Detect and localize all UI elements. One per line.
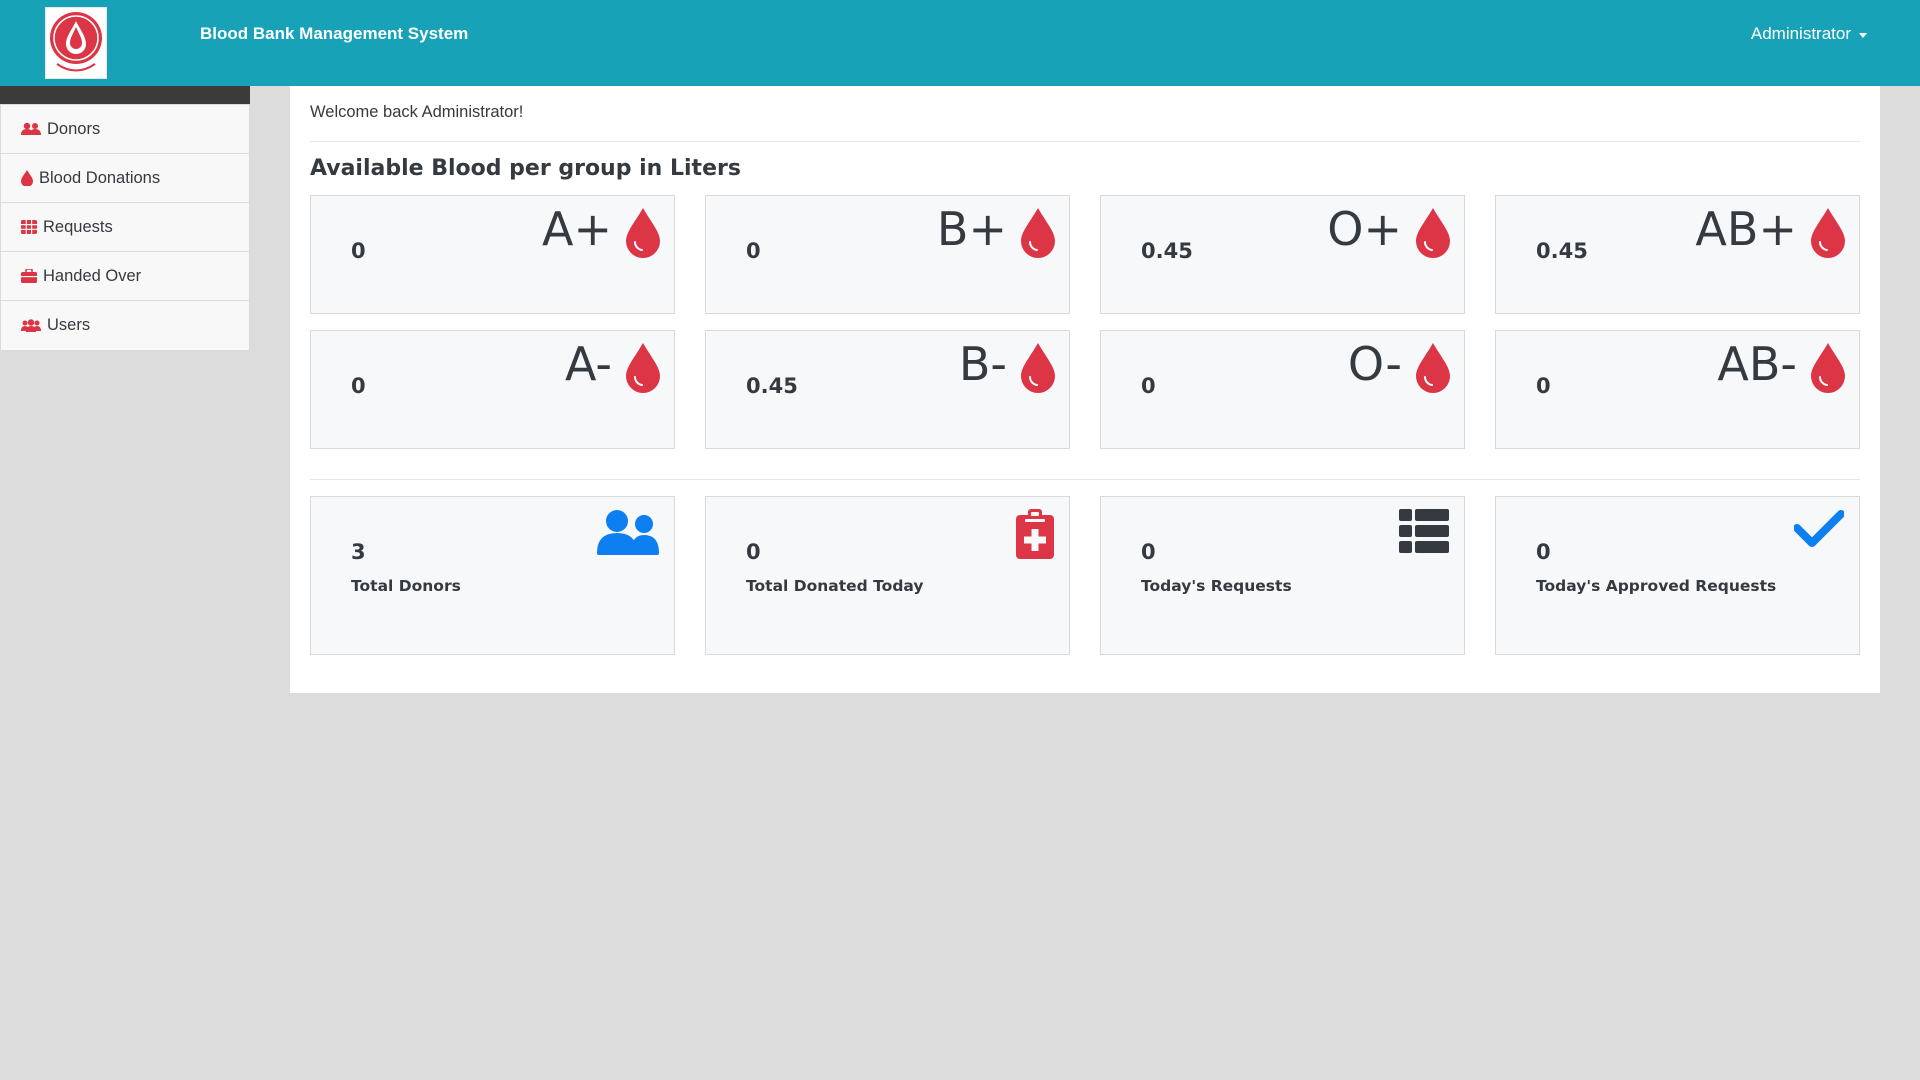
users-icon [597,510,659,555]
blood-volume: 0 [351,374,366,398]
sidebar: Donors Blood Donations Requests Handed O… [0,104,250,351]
stat-card-todays-requests: 0 Today's Requests [1100,496,1465,655]
blood-drop-icon [626,343,660,393]
stat-value: 0 [1141,540,1156,564]
blood-drop-icon [1811,343,1845,393]
blood-volume: 0 [1536,374,1551,398]
blood-volume: 0 [351,239,366,263]
sidebar-item-label: Donors [47,119,101,138]
sidebar-item-users[interactable]: Users [1,301,249,350]
stat-label: Total Donors [351,577,461,595]
blood-group-label: A- [564,337,612,391]
blood-group-card-a-pos: 0 A+ [310,195,675,314]
sidebar-item-label: Blood Donations [39,168,161,187]
stat-card-todays-approved-requests: 0 Today's Approved Requests [1495,496,1860,655]
sidebar-item-donors[interactable]: Donors [1,105,249,154]
list-icon [1399,509,1449,553]
blood-volume: 0 [746,239,761,263]
sidebar-item-label: Handed Over [43,266,142,285]
blood-drop-logo-icon [50,12,102,72]
users-icon [21,122,41,135]
blood-group-card-o-pos: 0.45 O+ [1100,195,1465,314]
section-title: Available Blood per group in Liters [310,156,741,181]
blood-group-label: O- [1347,337,1402,391]
stat-label: Today's Requests [1141,577,1292,595]
dashboard-card: Welcome back Administrator! Available Bl… [290,86,1880,693]
blood-drop-icon [1416,208,1450,258]
blood-group-label: O+ [1327,202,1402,256]
blood-group-label: A+ [541,202,612,256]
stat-label: Total Donated Today [746,577,924,595]
sidebar-header [0,86,250,104]
sidebar-item-label: Requests [43,217,113,236]
blood-group-label: AB+ [1695,202,1797,256]
toolbox-icon [21,269,37,283]
sidebar-item-label: Users [47,316,91,334]
blood-group-label: AB- [1717,337,1797,391]
sidebar-item-handed-over[interactable]: Handed Over [1,252,249,301]
blood-volume: 0 [1141,374,1156,398]
droplet-icon [21,170,33,186]
check-icon [1794,510,1844,547]
stat-value: 3 [351,540,366,564]
blood-drop-icon [1416,343,1450,393]
stat-label: Today's Approved Requests [1536,577,1777,595]
user-menu-label: Administrator [1750,24,1851,43]
blood-group-label: B- [958,337,1007,391]
stat-value: 0 [1536,540,1551,564]
blood-group-card-a-neg: 0 A- [310,330,675,449]
blood-group-card-o-neg: 0 O- [1100,330,1465,449]
blood-group-card-b-pos: 0 B+ [705,195,1070,314]
table-icon [21,220,37,234]
blood-group-card-ab-neg: 0 AB- [1495,330,1860,449]
stat-card-total-donors: 3 Total Donors [310,496,675,655]
clipboard-medical-icon [1016,509,1054,559]
blood-drop-icon [1021,343,1055,393]
divider [310,141,1860,142]
app-title[interactable]: Blood Bank Management System [200,24,468,44]
welcome-message: Welcome back Administrator! [310,103,524,121]
blood-volume: 0.45 [746,374,798,398]
blood-volume: 0.45 [1536,239,1588,263]
blood-group-card-ab-pos: 0.45 AB+ [1495,195,1860,314]
blood-group-card-b-neg: 0.45 B- [705,330,1070,449]
blood-group-label: B+ [936,202,1007,256]
logo[interactable] [45,7,107,79]
blood-volume: 0.45 [1141,239,1193,263]
blood-drop-icon [1021,208,1055,258]
blood-drop-icon [1811,208,1845,258]
top-navbar: Blood Bank Management System Administrat… [0,0,1920,86]
stat-value: 0 [746,540,761,564]
stat-card-total-donated-today: 0 Total Donated Today [705,496,1070,655]
sidebar-item-requests[interactable]: Requests [1,203,249,252]
users-group-icon [21,318,41,332]
sidebar-item-blood-donations[interactable]: Blood Donations [1,154,249,203]
caret-down-icon [1859,32,1867,38]
user-menu-dropdown[interactable]: Administrator [1751,24,1867,44]
divider [310,479,1860,480]
blood-drop-icon [626,208,660,258]
